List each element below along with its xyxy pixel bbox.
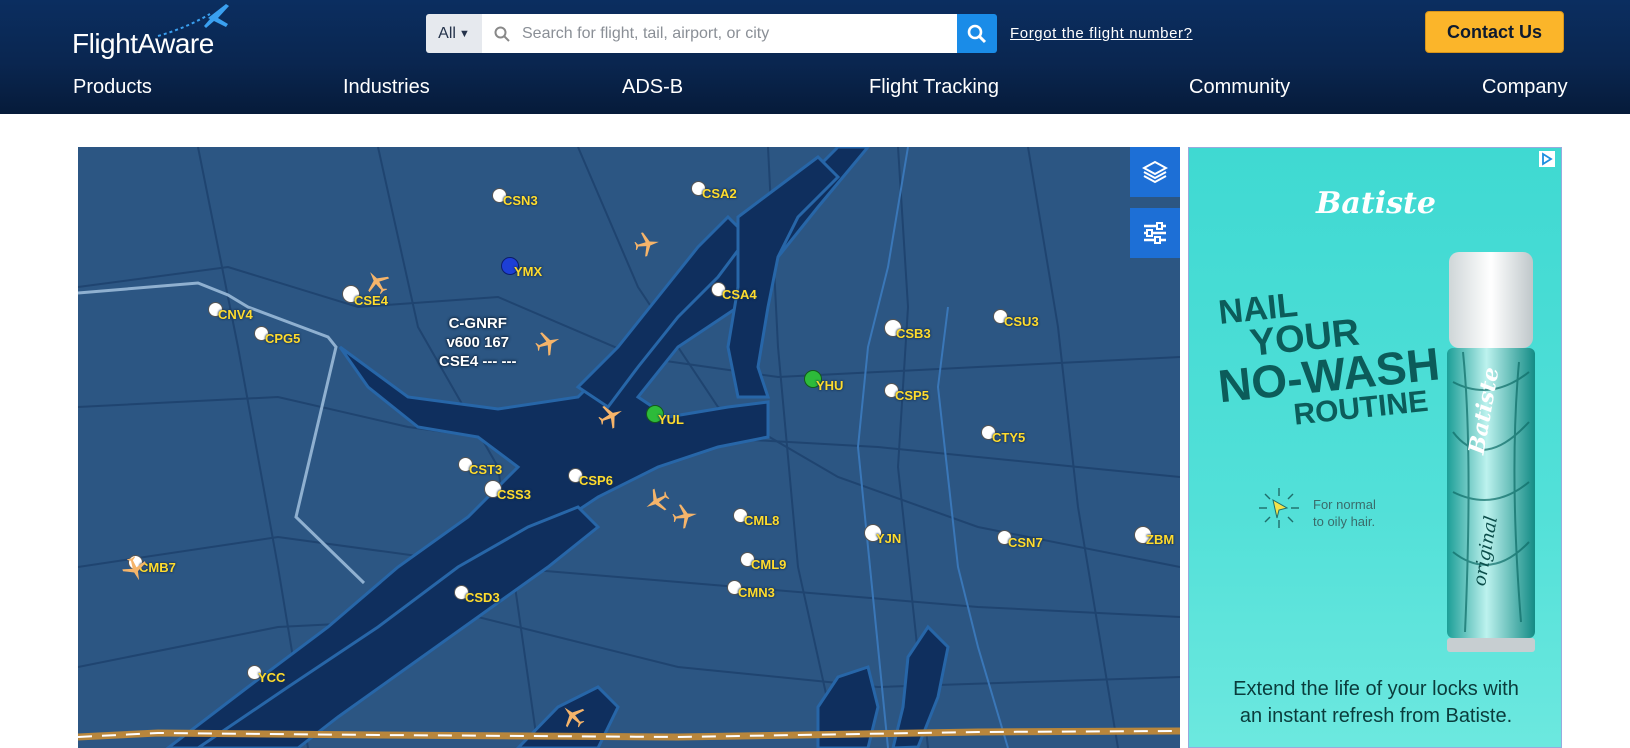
search-button[interactable] — [957, 14, 997, 53]
airport-label: CSA4 — [722, 287, 757, 302]
map-layers-button[interactable] — [1130, 147, 1180, 197]
airport-label: CMN3 — [738, 585, 775, 600]
ad-bottom-copy: Extend the life of your locks with an in… — [1189, 676, 1561, 730]
map-settings-button[interactable] — [1130, 208, 1180, 258]
airport-label: ZBM — [1146, 532, 1175, 547]
map-basemap — [78, 147, 1180, 748]
ad-subtext-line: to oily hair. — [1313, 514, 1376, 529]
flight-route: CSE4 --- --- — [439, 353, 517, 370]
airport-label: YHU — [816, 378, 844, 393]
airport-label: CML8 — [744, 513, 780, 528]
flight-type-altitude: v600 167 — [446, 334, 510, 351]
search-icon — [967, 24, 987, 43]
airport-label: CSN7 — [1008, 535, 1043, 550]
airport-label: CSS3 — [497, 487, 531, 502]
search-scope-label: All — [438, 24, 456, 42]
search-icon — [494, 26, 510, 42]
nav-item-community[interactable]: Community — [1189, 76, 1290, 99]
search-bar: All ▼ — [426, 14, 997, 53]
contact-us-button[interactable]: Contact Us — [1425, 11, 1564, 53]
airport-label: CSA2 — [702, 186, 737, 201]
aircraft-icon[interactable] — [670, 501, 700, 531]
airport-label: CSB3 — [896, 326, 931, 341]
ad-subtext: For normal to oily hair. — [1313, 496, 1376, 530]
nav-item-ads-b[interactable]: ADS-B — [622, 76, 683, 99]
sliders-icon — [1144, 222, 1166, 244]
ad-choices-icon[interactable] — [1539, 151, 1555, 167]
airport-label: CSN3 — [503, 193, 538, 208]
nav-item-flight-tracking[interactable]: Flight Tracking — [869, 76, 999, 99]
ad-brand-logo: Batiste — [1316, 186, 1436, 221]
forgot-flight-number-link[interactable]: Forgot the flight number? — [1010, 25, 1193, 42]
aircraft-icon[interactable] — [632, 229, 662, 259]
site-header: FlightAware All ▼ Forgot the flight numb… — [0, 0, 1630, 114]
ad-bottom-copy-line: Extend the life of your locks with — [1233, 678, 1519, 700]
flightaware-logo[interactable]: FlightAware — [72, 2, 232, 62]
flight-tag-c-gnrf[interactable]: C-GNRF v600 167 CSE4 --- --- — [439, 314, 517, 371]
airport-label: CSD3 — [465, 590, 500, 605]
ad-bottom-copy-line: an instant refresh from Batiste. — [1239, 705, 1513, 727]
airport-label: CSP5 — [895, 388, 929, 403]
layers-icon — [1142, 160, 1168, 184]
airport-label: CNV4 — [218, 307, 253, 322]
search-field — [482, 14, 957, 53]
flight-map[interactable]: C-GNRF v600 167 CSE4 --- --- CSN3 CSA2 Y… — [78, 147, 1180, 748]
main-nav: Products Industries ADS-B Flight Trackin… — [0, 74, 1630, 104]
airport-label: YJN — [876, 531, 902, 546]
caret-down-icon: ▼ — [458, 27, 470, 40]
airport-label: YMX — [514, 264, 543, 279]
ad-subtext-line: For normal — [1313, 497, 1376, 512]
sparkle-icon — [1259, 488, 1299, 528]
airport-label: YUL — [658, 412, 684, 427]
dry-shampoo-can-image: Batiste original — [1447, 252, 1535, 652]
search-scope-select[interactable]: All ▼ — [426, 14, 482, 53]
nav-item-company[interactable]: Company — [1482, 76, 1568, 99]
advertisement[interactable]: Batiste NAIL YOUR NO-WASH ROUTINE For no… — [1188, 147, 1562, 748]
airport-label: CST3 — [469, 462, 503, 477]
airport-label: YCC — [258, 670, 286, 685]
airport-label: CPG5 — [265, 331, 301, 346]
airport-label: CML9 — [751, 557, 787, 572]
plane-logo-icon — [157, 4, 229, 37]
search-input[interactable] — [522, 24, 942, 43]
airport-label: CTY5 — [992, 430, 1026, 445]
nav-item-products[interactable]: Products — [73, 76, 152, 99]
flight-callsign: C-GNRF — [448, 315, 507, 332]
airport-label: CSU3 — [1004, 314, 1039, 329]
nav-item-industries[interactable]: Industries — [343, 76, 430, 99]
airport-label: CSP6 — [579, 473, 613, 488]
ad-headline: NAIL YOUR NO-WASH ROUTINE — [1209, 275, 1445, 438]
